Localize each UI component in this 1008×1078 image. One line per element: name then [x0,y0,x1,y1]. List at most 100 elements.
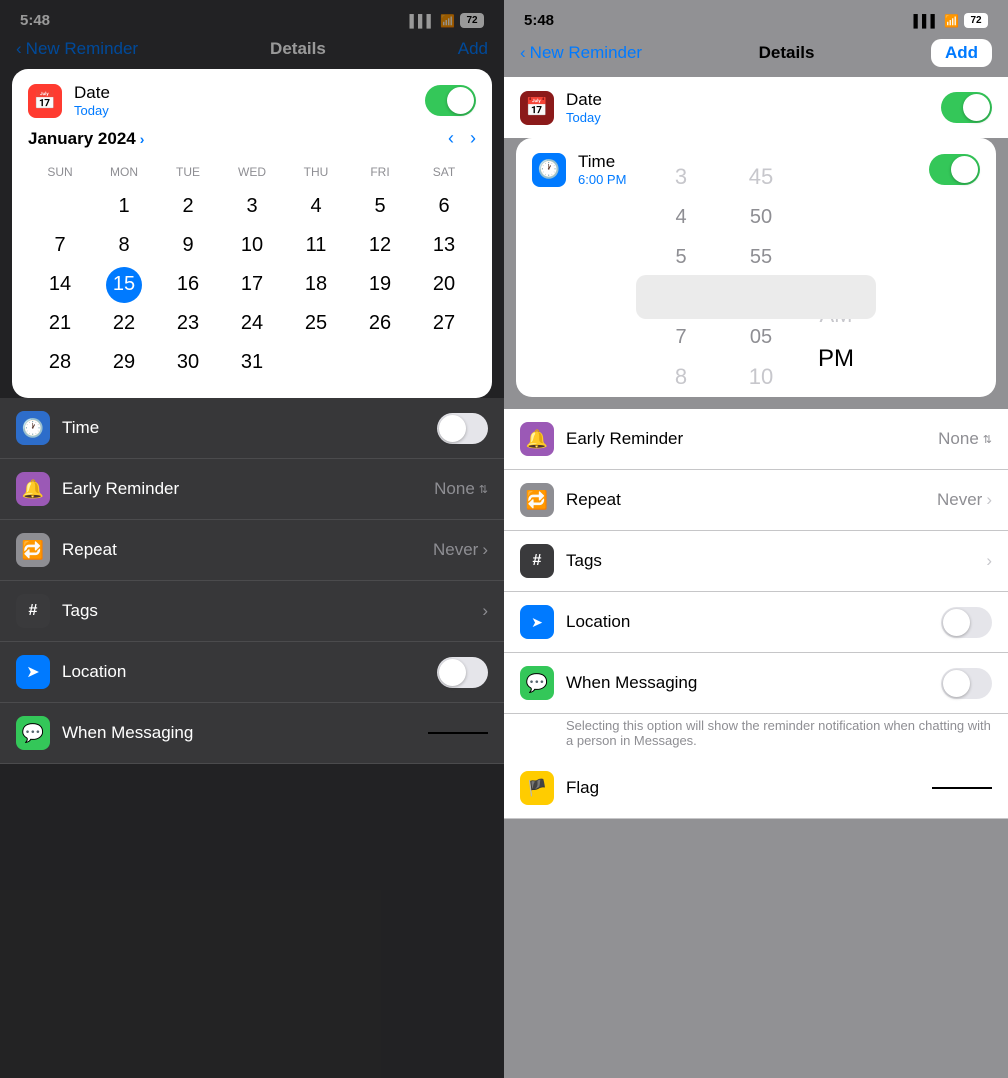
calendar-day[interactable]: 20 [412,265,476,304]
hour-4: 4 [641,197,721,237]
location-row-right[interactable]: ➤ Location [504,592,1008,653]
time-toggle-right[interactable] [929,154,980,185]
time-row-left[interactable]: 🕐 Time [0,398,504,459]
repeat-row-right[interactable]: 🔁 Repeat Never › [504,470,1008,531]
calendar-day[interactable]: 24 [220,304,284,343]
hour-5: 5 [641,237,721,277]
weekday-tue: TUE [156,161,220,183]
back-button-right[interactable]: ‹ New Reminder [520,43,642,63]
flag-row-right[interactable]: 🏴 Flag [504,758,1008,819]
calendar-day[interactable]: 30 [156,343,220,382]
min-10: 10 [721,357,801,397]
back-label-right: New Reminder [530,43,642,63]
next-month-button[interactable]: › [470,128,476,149]
date-label-group: Date Today [74,83,413,118]
repeat-glyph-right: 🔁 [526,490,548,511]
calendar-day[interactable]: 6 [412,187,476,226]
wifi-icon-right: 📶 [944,14,959,28]
early-reminder-label-left: Early Reminder [62,479,179,499]
battery-right: 72 [964,13,988,28]
early-reminder-icon-right: 🔔 [520,422,554,456]
calendar-day[interactable]: 13 [412,226,476,265]
when-messaging-toggle-right[interactable] [941,668,992,699]
calendar: January 2024 › ‹ › SUN MON TUE WED THU F… [12,128,492,398]
calendar-day[interactable]: 14 [28,265,92,304]
calendar-nav: January 2024 › ‹ › [28,128,476,149]
calendar-day[interactable]: 31 [220,343,284,382]
tags-row-right[interactable]: # Tags › [504,531,1008,592]
weekday-sun: SUN [28,161,92,183]
calendar-day[interactable]: 18 [284,265,348,304]
calendar-day[interactable]: 7 [28,226,92,265]
early-reminder-val-right: None [938,429,979,449]
weekday-thu: THU [284,161,348,183]
calendar-day[interactable]: 1 [92,187,156,226]
calendar-day[interactable]: 26 [348,304,412,343]
time-icon-left: 🕐 [16,411,50,445]
calendar-day[interactable]: 5 [348,187,412,226]
tags-label-left: Tags [62,601,98,621]
repeat-row-left[interactable]: 🔁 Repeat Never › [0,520,504,581]
location-label-left: Location [62,662,126,682]
when-messaging-row-left[interactable]: 💬 When Messaging [0,703,504,764]
calendar-day[interactable]: 23 [156,304,220,343]
calendar-day[interactable]: 4 [284,187,348,226]
date-toggle-left[interactable] [425,85,476,116]
calendar-day[interactable]: 22 [92,304,156,343]
location-row-left[interactable]: ➤ Location [0,642,504,703]
location-toggle-left[interactable] [437,657,488,688]
calendar-day [28,187,92,226]
calendar-day[interactable]: 9 [156,226,220,265]
chevron-tags-right: › [986,551,992,571]
calendar-day [284,343,348,382]
early-reminder-row-left[interactable]: 🔔 Early Reminder None ⇅ [0,459,504,520]
updown-icon: ⇅ [479,483,488,496]
calendar-day[interactable]: 19 [348,265,412,304]
month-chevron-icon: › [140,131,145,147]
early-reminder-value-right: None ⇅ [938,429,992,449]
date-toggle-right[interactable] [941,92,992,123]
time-picker[interactable]: 3 4 5 6 7 8 9 45 50 55 00 05 10 15 AM [516,197,996,397]
calendar-day[interactable]: 16 [156,265,220,304]
early-reminder-row-right[interactable]: 🔔 Early Reminder None ⇅ [504,409,1008,470]
calendar-day[interactable]: 2 [156,187,220,226]
nav-bar-right: ‹ New Reminder Details Add [504,33,1008,77]
tags-row-left[interactable]: # Tags › [0,581,504,642]
date-sublabel-right: Today [566,110,929,125]
calendar-day[interactable]: 3 [220,187,284,226]
calendar-day[interactable]: 17 [220,265,284,304]
messaging-icon-glyph: 💬 [22,723,44,744]
hash-icon: # [29,602,38,620]
location-icon-right: ➤ [520,605,554,639]
month-year-text: January 2024 [28,129,136,149]
calendar-day[interactable]: 10 [220,226,284,265]
calendar-day[interactable]: 28 [28,343,92,382]
when-messaging-icon-right: 💬 [520,666,554,700]
tags-icon-left: # [16,594,50,628]
date-row: 📅 Date Today [12,69,492,128]
calendar-day[interactable]: 27 [412,304,476,343]
repeat-icon-right: 🔁 [520,483,554,517]
calendar-day[interactable]: 8 [92,226,156,265]
early-reminder-value-left: None ⇅ [434,479,488,499]
date-icon-right: 📅 [520,91,554,125]
early-reminder-label-right: Early Reminder [566,429,683,449]
when-messaging-row-right[interactable]: 💬 When Messaging [504,653,1008,714]
add-button-right[interactable]: Add [931,39,992,67]
weekday-wed: WED [220,161,284,183]
calendar-day[interactable]: 12 [348,226,412,265]
prev-month-button[interactable]: ‹ [448,128,454,149]
calendar-arrows: ‹ › [448,128,476,149]
nav-title-right: Details [759,43,815,63]
calendar-day[interactable]: 21 [28,304,92,343]
calendar-day[interactable]: 15 [106,267,142,303]
calendar-day[interactable]: 29 [92,343,156,382]
time-toggle-left[interactable] [437,413,488,444]
calendar-month-year[interactable]: January 2024 › [28,129,144,149]
location-toggle-right[interactable] [941,607,992,638]
calendar-day[interactable]: 25 [284,304,348,343]
when-messaging-label-left: When Messaging [62,723,193,743]
calendar-day[interactable]: 11 [284,226,348,265]
time-right: 5:48 [524,12,554,29]
hour-8: 8 [641,357,721,397]
